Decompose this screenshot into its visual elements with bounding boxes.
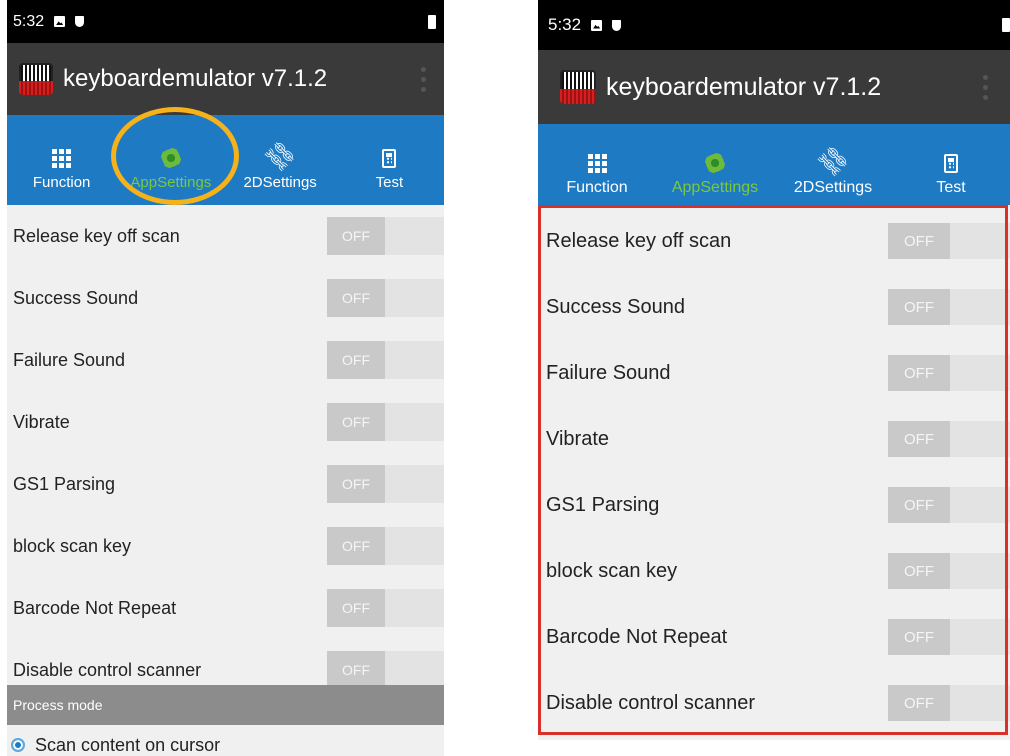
tab-function[interactable]: Function	[538, 124, 656, 205]
status-bar: 5:32	[7, 0, 444, 43]
calculator-icon	[944, 154, 958, 173]
toggle-state: OFF	[327, 279, 385, 317]
image-notification-icon	[591, 19, 603, 31]
toggle-state: OFF	[327, 341, 385, 379]
battery-icon	[428, 14, 436, 29]
release-key-toggle[interactable]: OFF	[327, 217, 444, 255]
setting-label: block scan key	[13, 535, 132, 556]
setting-row-release-key: Release key off scan OFF	[7, 205, 444, 267]
tab-label: 2DSettings	[793, 179, 873, 196]
status-time: 5:32	[548, 15, 582, 34]
tab-label: Test	[375, 174, 404, 191]
link-icon: ⛓	[812, 140, 854, 182]
disable-control-scanner-toggle[interactable]: OFF	[327, 651, 444, 689]
radio-selected-icon[interactable]	[11, 738, 25, 752]
scan-content-option[interactable]: Scan content on cursor	[7, 733, 444, 756]
gs1-parsing-toggle[interactable]: OFF	[327, 465, 444, 503]
barcode-not-repeat-toggle[interactable]: OFF	[327, 589, 444, 627]
app-title: keyboardemulator v7.1.2	[606, 72, 882, 101]
tab-label: Test	[936, 179, 966, 196]
setting-label: GS1 Parsing	[13, 473, 116, 494]
tab-label: Function	[32, 174, 91, 191]
app-bar: keyboardemulator v7.1.2	[538, 50, 1010, 124]
status-bar: 5:32	[538, 0, 1010, 50]
barcode-app-icon	[19, 63, 53, 95]
tab-bar: Function AppSettings ⛓ 2DSettings Test	[538, 124, 1010, 205]
toggle-state: OFF	[327, 403, 385, 441]
overflow-menu-icon[interactable]	[983, 74, 988, 100]
setting-row-block-scan-key: block scan key OFF	[7, 515, 444, 577]
vibrate-toggle[interactable]: OFF	[327, 403, 444, 441]
image-notification-icon	[54, 16, 66, 27]
overflow-menu-icon[interactable]	[421, 66, 426, 92]
left-screenshot: 5:32 keyboardemulator v7.1.2 Function Ap…	[7, 0, 444, 756]
grid-icon	[52, 149, 72, 168]
toggle-state: OFF	[327, 465, 385, 503]
setting-label: Barcode Not Repeat	[13, 597, 177, 618]
gear-icon	[705, 153, 725, 173]
toggle-state: OFF	[327, 651, 385, 689]
grid-icon	[587, 154, 607, 173]
option-label: Scan content on cursor	[35, 734, 221, 755]
setting-label: Release key off scan	[13, 225, 180, 246]
setting-label: Vibrate	[13, 411, 70, 432]
battery-icon	[1002, 18, 1010, 32]
tab-test[interactable]: Test	[892, 124, 1010, 205]
highlight-box-annotation	[538, 205, 1008, 735]
settings-list: Release key off scan OFF Success Sound O…	[7, 205, 444, 701]
link-icon: ⛓	[259, 135, 301, 177]
block-scan-key-toggle[interactable]: OFF	[327, 527, 444, 565]
toggle-state: OFF	[327, 589, 385, 627]
barcode-app-icon	[560, 70, 596, 104]
app-bar: keyboardemulator v7.1.2	[7, 43, 444, 115]
shield-icon	[612, 19, 622, 31]
tab-test[interactable]: Test	[335, 115, 444, 205]
process-mode-header: Process mode	[7, 685, 444, 725]
setting-label: Failure Sound	[13, 349, 126, 370]
setting-label: Disable control scanner	[13, 659, 202, 680]
setting-row-success-sound: Success Sound OFF	[7, 267, 444, 329]
setting-row-failure-sound: Failure Sound OFF	[7, 329, 444, 391]
tab-2dsettings[interactable]: ⛓ 2DSettings	[226, 115, 335, 205]
app-title: keyboardemulator v7.1.2	[63, 65, 328, 92]
tab-label: 2DSettings	[243, 174, 317, 191]
tab-label: Function	[566, 179, 628, 196]
tab-appsettings[interactable]: AppSettings	[656, 124, 774, 205]
setting-row-gs1-parsing: GS1 Parsing OFF	[7, 453, 444, 515]
shield-icon	[75, 16, 85, 27]
failure-sound-toggle[interactable]: OFF	[327, 341, 444, 379]
setting-label: Success Sound	[13, 287, 139, 308]
tab-2dsettings[interactable]: ⛓ 2DSettings	[774, 124, 892, 205]
toggle-state: OFF	[327, 527, 385, 565]
toggle-state: OFF	[327, 217, 385, 255]
highlight-circle-annotation	[111, 107, 239, 205]
calculator-icon	[382, 149, 397, 168]
tab-label: AppSettings	[671, 179, 759, 196]
success-sound-toggle[interactable]: OFF	[327, 279, 444, 317]
section-title: Process mode	[13, 697, 103, 713]
setting-row-vibrate: Vibrate OFF	[7, 391, 444, 453]
tab-function[interactable]: Function	[7, 115, 116, 205]
status-time: 5:32	[13, 12, 45, 30]
setting-row-barcode-not-repeat: Barcode Not Repeat OFF	[7, 577, 444, 639]
